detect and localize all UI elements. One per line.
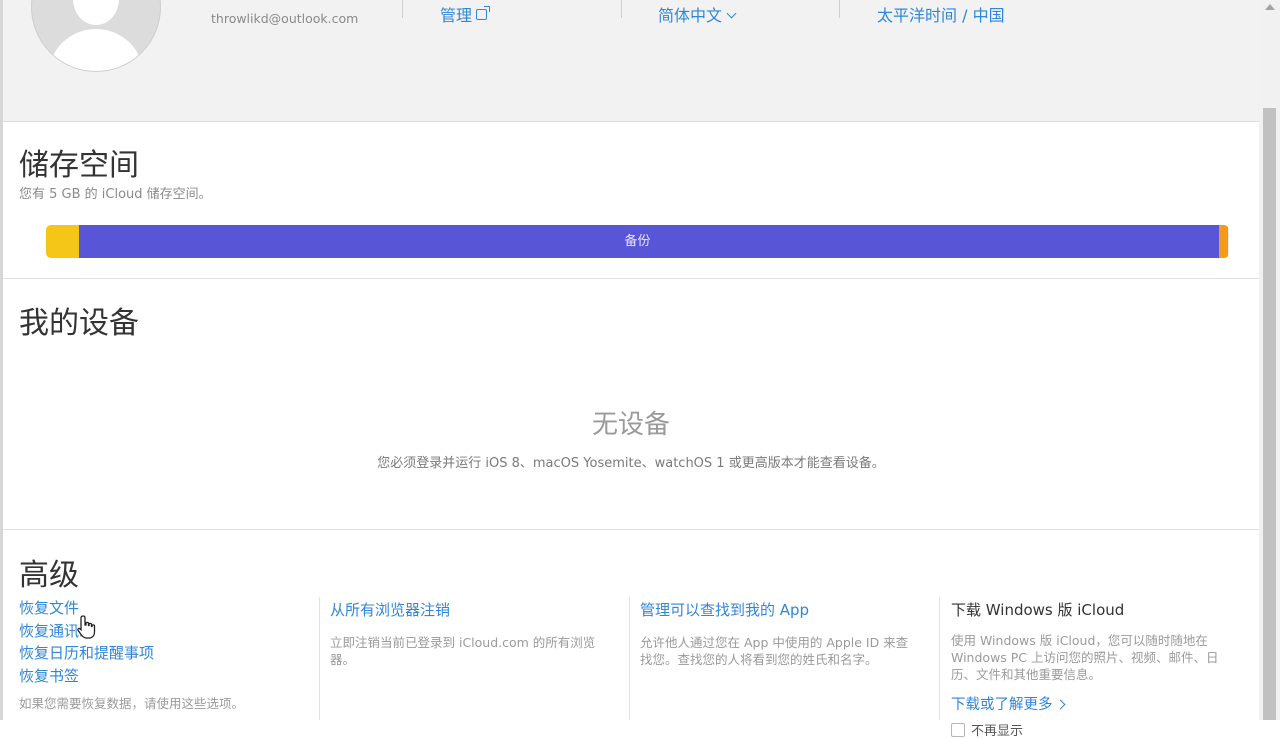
column-divider: [319, 597, 320, 720]
scroll-up-arrow-icon[interactable]: [1265, 4, 1275, 10]
chevron-right-icon: [1055, 699, 1065, 710]
dont-show-row[interactable]: 不再显示: [951, 720, 1236, 739]
no-devices-subtitle: 您必须登录并运行 iOS 8、macOS Yosemite、watchOS 1 …: [377, 456, 885, 471]
section-divider: [3, 278, 1259, 279]
storage-subtitle: 您有 5 GB 的 iCloud 储存空间。: [19, 187, 212, 202]
header-divider: [839, 0, 840, 18]
account-header: throwlikd@outlook.com 管理 简体中文 太平洋时间 / 中国: [3, 0, 1259, 122]
scrollbar-thumb[interactable]: [1263, 108, 1276, 720]
account-email: throwlikd@outlook.com: [211, 11, 359, 26]
page-scrollbar[interactable]: [1259, 0, 1280, 720]
restore-note: 如果您需要恢复数据，请使用这些选项。: [19, 696, 245, 711]
hand-pointer-cursor-icon: [77, 615, 96, 639]
restore-files-link[interactable]: 恢复文件: [19, 597, 309, 620]
find-app-description: 允许他人通过您在 App 中使用的 Apple ID 来查找您。查找您的人将看到…: [640, 635, 909, 667]
storage-title: 储存空间: [19, 148, 139, 183]
windows-column: 下载 Windows 版 iCloud 使用 Windows 版 iCloud，…: [951, 597, 1236, 739]
windows-title: 下载 Windows 版 iCloud: [951, 601, 1125, 619]
manage-find-app-link[interactable]: 管理可以查找到我的 App: [640, 599, 920, 620]
advanced-title: 高级: [19, 558, 79, 593]
dont-show-checkbox[interactable]: [951, 723, 965, 737]
restore-column: 恢复文件 恢复通讯录 恢复日历和提醒事项 恢复书签 如果您需要恢复数据，请使用这…: [19, 597, 309, 712]
no-devices-title: 无设备: [591, 410, 670, 440]
avatar[interactable]: [31, 0, 161, 72]
column-divider: [629, 597, 630, 720]
manage-link[interactable]: 管理: [440, 2, 491, 26]
storage-bar-label: 备份: [624, 234, 651, 249]
download-learn-more-label: 下载或了解更多: [951, 697, 1053, 713]
signout-all-browsers-link[interactable]: 从所有浏览器注销: [330, 599, 610, 620]
language-selector[interactable]: 简体中文: [658, 2, 737, 26]
windows-description: 使用 Windows 版 iCloud，您可以随时随地在 Windows PC …: [951, 633, 1219, 682]
header-divider: [621, 0, 622, 18]
language-label: 简体中文: [658, 6, 723, 25]
storage-usage-bar[interactable]: 备份: [46, 225, 1229, 258]
download-learn-more-link[interactable]: 下载或了解更多: [951, 693, 1236, 714]
section-divider: [3, 529, 1259, 530]
manage-label: 管理: [440, 6, 473, 25]
restore-calendars-link[interactable]: 恢复日历和提醒事项: [19, 642, 309, 665]
signout-description: 立即注销当前已登录到 iCloud.com 的所有浏览器。: [330, 635, 596, 667]
header-divider: [402, 0, 403, 18]
avatar-shoulders-shape: [48, 29, 144, 71]
column-divider: [939, 597, 940, 720]
find-app-column: 管理可以查找到我的 App 允许他人通过您在 App 中使用的 Apple ID…: [640, 597, 920, 668]
chevron-down-icon: [726, 8, 737, 19]
restore-contacts-link[interactable]: 恢复通讯录: [19, 620, 309, 643]
external-link-icon: [476, 6, 491, 20]
devices-title: 我的设备: [19, 306, 139, 341]
timezone-link[interactable]: 太平洋时间 / 中国: [877, 2, 1005, 26]
dont-show-label: 不再显示: [971, 724, 1024, 739]
restore-bookmarks-link[interactable]: 恢复书签: [19, 665, 309, 688]
signout-column: 从所有浏览器注销 立即注销当前已登录到 iCloud.com 的所有浏览器。: [330, 597, 610, 668]
avatar-head-shape: [73, 0, 119, 25]
